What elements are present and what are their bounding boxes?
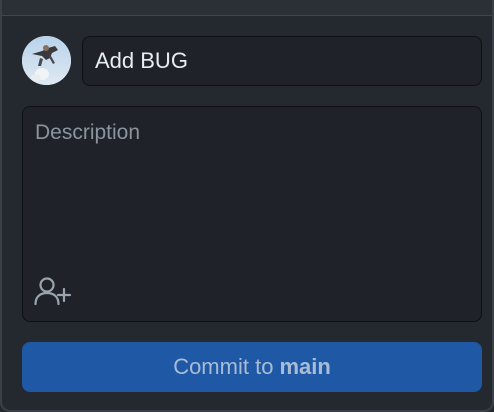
avatar <box>22 36 71 85</box>
commit-panel: Add BUG Description Commit to main <box>0 0 494 412</box>
commit-summary-value: Add BUG <box>95 48 188 73</box>
commit-button[interactable]: Commit to main <box>22 342 482 392</box>
panel-top-strip <box>2 0 492 16</box>
person-add-icon[interactable] <box>33 275 73 307</box>
commit-button-label: Commit to <box>173 354 274 379</box>
commit-branch-name: main <box>279 354 331 379</box>
avatar-image <box>22 36 71 85</box>
commit-description-field[interactable]: Description <box>22 106 482 322</box>
description-placeholder: Description <box>35 121 141 144</box>
commit-summary-input[interactable]: Add BUG <box>82 36 482 86</box>
